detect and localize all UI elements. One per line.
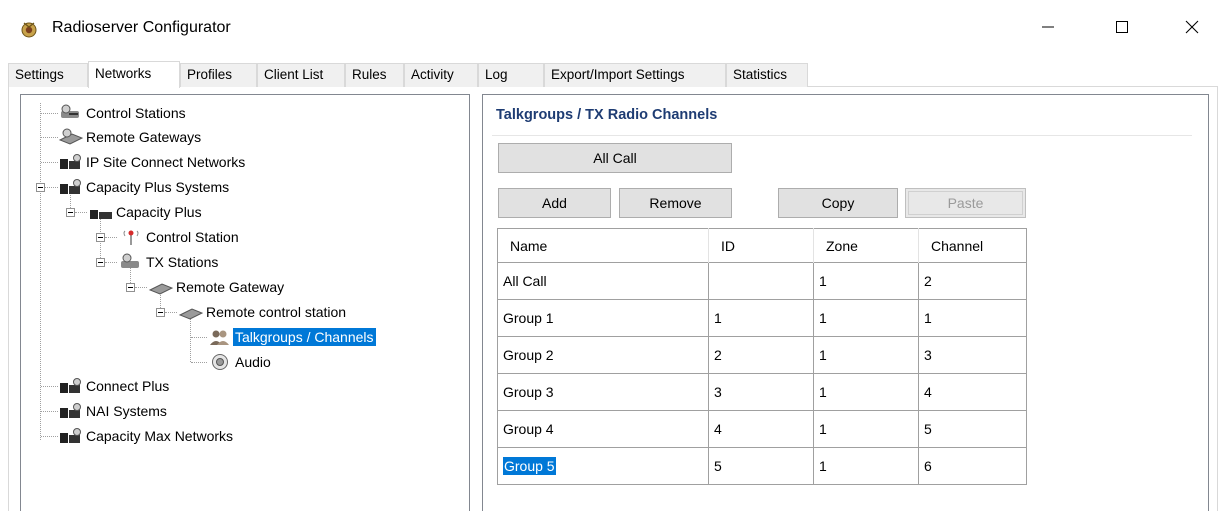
gateway-icon	[178, 308, 204, 320]
cell-channel[interactable]: 4	[918, 373, 1027, 411]
cell-name[interactable]: Group 4	[497, 410, 709, 448]
title-bar: Radioserver Configurator	[0, 0, 1228, 54]
table-row[interactable]: Group 3 3 1 4	[497, 373, 1027, 411]
cell-id[interactable]: 3	[708, 373, 814, 411]
control-stations-icon	[61, 104, 79, 118]
cell-zone[interactable]: 1	[813, 447, 919, 485]
tree-item-talkgroups-channels[interactable]: Talkgroups / Channels	[207, 326, 376, 348]
tree-item-ip-site-connect-networks[interactable]: IP Site Connect Networks	[58, 151, 247, 173]
tab-export-import-settings[interactable]: Export/Import Settings	[544, 63, 726, 87]
selected-cell-text: Group 5	[503, 457, 556, 475]
tab-settings[interactable]: Settings	[8, 63, 88, 87]
talkgroups-table: Name ID Zone Channel All Call 1 2 Group …	[497, 228, 1027, 485]
tab-networks[interactable]: Networks	[88, 61, 180, 88]
close-button[interactable]	[1168, 6, 1216, 48]
maximize-button[interactable]	[1098, 6, 1146, 48]
table-header-row: Name ID Zone Channel	[497, 228, 1027, 263]
cell-name[interactable]: Group 5	[497, 447, 709, 485]
network-icon	[60, 179, 81, 194]
panel-divider	[492, 135, 1192, 136]
tree-item-control-station[interactable]: Control Station	[118, 226, 241, 248]
collapse-toggle-tx-stations[interactable]	[96, 258, 105, 267]
table-row[interactable]: All Call 1 2	[497, 262, 1027, 300]
collapse-toggle-capacity-plus[interactable]	[66, 208, 75, 217]
cell-name[interactable]: Group 1	[497, 299, 709, 337]
cell-name[interactable]: Group 3	[497, 373, 709, 411]
cell-zone[interactable]: 1	[813, 373, 919, 411]
cell-id[interactable]: 4	[708, 410, 814, 448]
tab-statistics[interactable]: Statistics	[726, 63, 808, 87]
add-button[interactable]: Add	[498, 188, 611, 218]
tree-item-tx-stations[interactable]: TX Stations	[118, 251, 220, 273]
app-icon	[20, 20, 38, 38]
collapse-toggle-control-station[interactable]	[96, 233, 105, 242]
tree-item-capacity-plus-systems[interactable]: Capacity Plus Systems	[58, 176, 231, 198]
tree-item-remote-gateway[interactable]: Remote Gateway	[148, 276, 286, 298]
cell-id[interactable]	[708, 262, 814, 300]
table-row[interactable]: Group 5 5 1 6	[497, 447, 1027, 485]
remote-gateways-icon	[58, 128, 84, 145]
panel-title: Talkgroups / TX Radio Channels	[496, 107, 718, 123]
cell-zone[interactable]: 1	[813, 410, 919, 448]
tree-item-remote-control-station[interactable]: Remote control station	[178, 301, 348, 323]
minimize-icon	[1042, 26, 1054, 28]
table-row[interactable]: Group 4 4 1 5	[497, 410, 1027, 448]
network-icon	[60, 154, 81, 169]
all-call-button[interactable]: All Call	[498, 143, 732, 173]
cell-channel[interactable]: 5	[918, 410, 1027, 448]
cell-id[interactable]: 1	[708, 299, 814, 337]
minimize-button[interactable]	[1024, 6, 1072, 48]
collapse-toggle-remote-control-station[interactable]	[156, 308, 165, 317]
cell-id[interactable]: 5	[708, 447, 814, 485]
network-icon	[60, 403, 81, 418]
tab-rules[interactable]: Rules	[345, 63, 404, 87]
maximize-icon	[1116, 21, 1128, 33]
collapse-toggle-remote-gateway[interactable]	[126, 283, 135, 292]
cell-zone[interactable]: 1	[813, 262, 919, 300]
tab-profiles[interactable]: Profiles	[180, 63, 257, 87]
system-icon	[90, 210, 112, 219]
window-title: Radioserver Configurator	[52, 19, 231, 36]
talkgroups-icon	[210, 330, 229, 345]
tab-strip: Settings Networks Profiles Client List R…	[8, 61, 1218, 88]
column-header-id[interactable]: ID	[708, 228, 814, 263]
paste-button[interactable]: Paste	[905, 188, 1026, 218]
column-header-zone[interactable]: Zone	[813, 228, 919, 263]
collapse-toggle-capacity-plus-systems[interactable]	[36, 183, 45, 192]
cell-zone[interactable]: 1	[813, 336, 919, 374]
tree-item-connect-plus[interactable]: Connect Plus	[58, 375, 171, 397]
tree-item-capacity-max-networks[interactable]: Capacity Max Networks	[58, 425, 235, 447]
tab-activity[interactable]: Activity	[404, 63, 478, 87]
network-icon	[60, 428, 81, 443]
tx-stations-icon	[121, 253, 139, 268]
remove-button[interactable]: Remove	[619, 188, 732, 218]
copy-button[interactable]: Copy	[778, 188, 898, 218]
tree-item-control-stations[interactable]: Control Stations	[58, 102, 188, 124]
cell-name[interactable]: All Call	[497, 262, 709, 300]
cell-channel[interactable]: 6	[918, 447, 1027, 485]
audio-icon	[212, 354, 228, 370]
tree-item-remote-gateways[interactable]: Remote Gateways	[58, 126, 203, 148]
cell-zone[interactable]: 1	[813, 299, 919, 337]
cell-channel[interactable]: 2	[918, 262, 1027, 300]
tree-item-nai-systems[interactable]: NAI Systems	[58, 400, 169, 422]
network-icon	[60, 378, 81, 393]
tree-item-capacity-plus[interactable]: Capacity Plus	[88, 201, 204, 223]
close-icon	[1185, 20, 1199, 34]
tab-log[interactable]: Log	[478, 63, 544, 87]
gateway-icon	[148, 283, 174, 295]
tab-client-list[interactable]: Client List	[257, 63, 345, 87]
table-row[interactable]: Group 2 2 1 3	[497, 336, 1027, 374]
table-row[interactable]: Group 1 1 1 1	[497, 299, 1027, 337]
tree-item-audio[interactable]: Audio	[207, 351, 273, 373]
cell-channel[interactable]: 1	[918, 299, 1027, 337]
column-header-channel[interactable]: Channel	[918, 228, 1027, 263]
cell-name[interactable]: Group 2	[497, 336, 709, 374]
cell-id[interactable]: 2	[708, 336, 814, 374]
cell-channel[interactable]: 3	[918, 336, 1027, 374]
antenna-icon	[123, 230, 139, 245]
column-header-name[interactable]: Name	[497, 228, 709, 263]
